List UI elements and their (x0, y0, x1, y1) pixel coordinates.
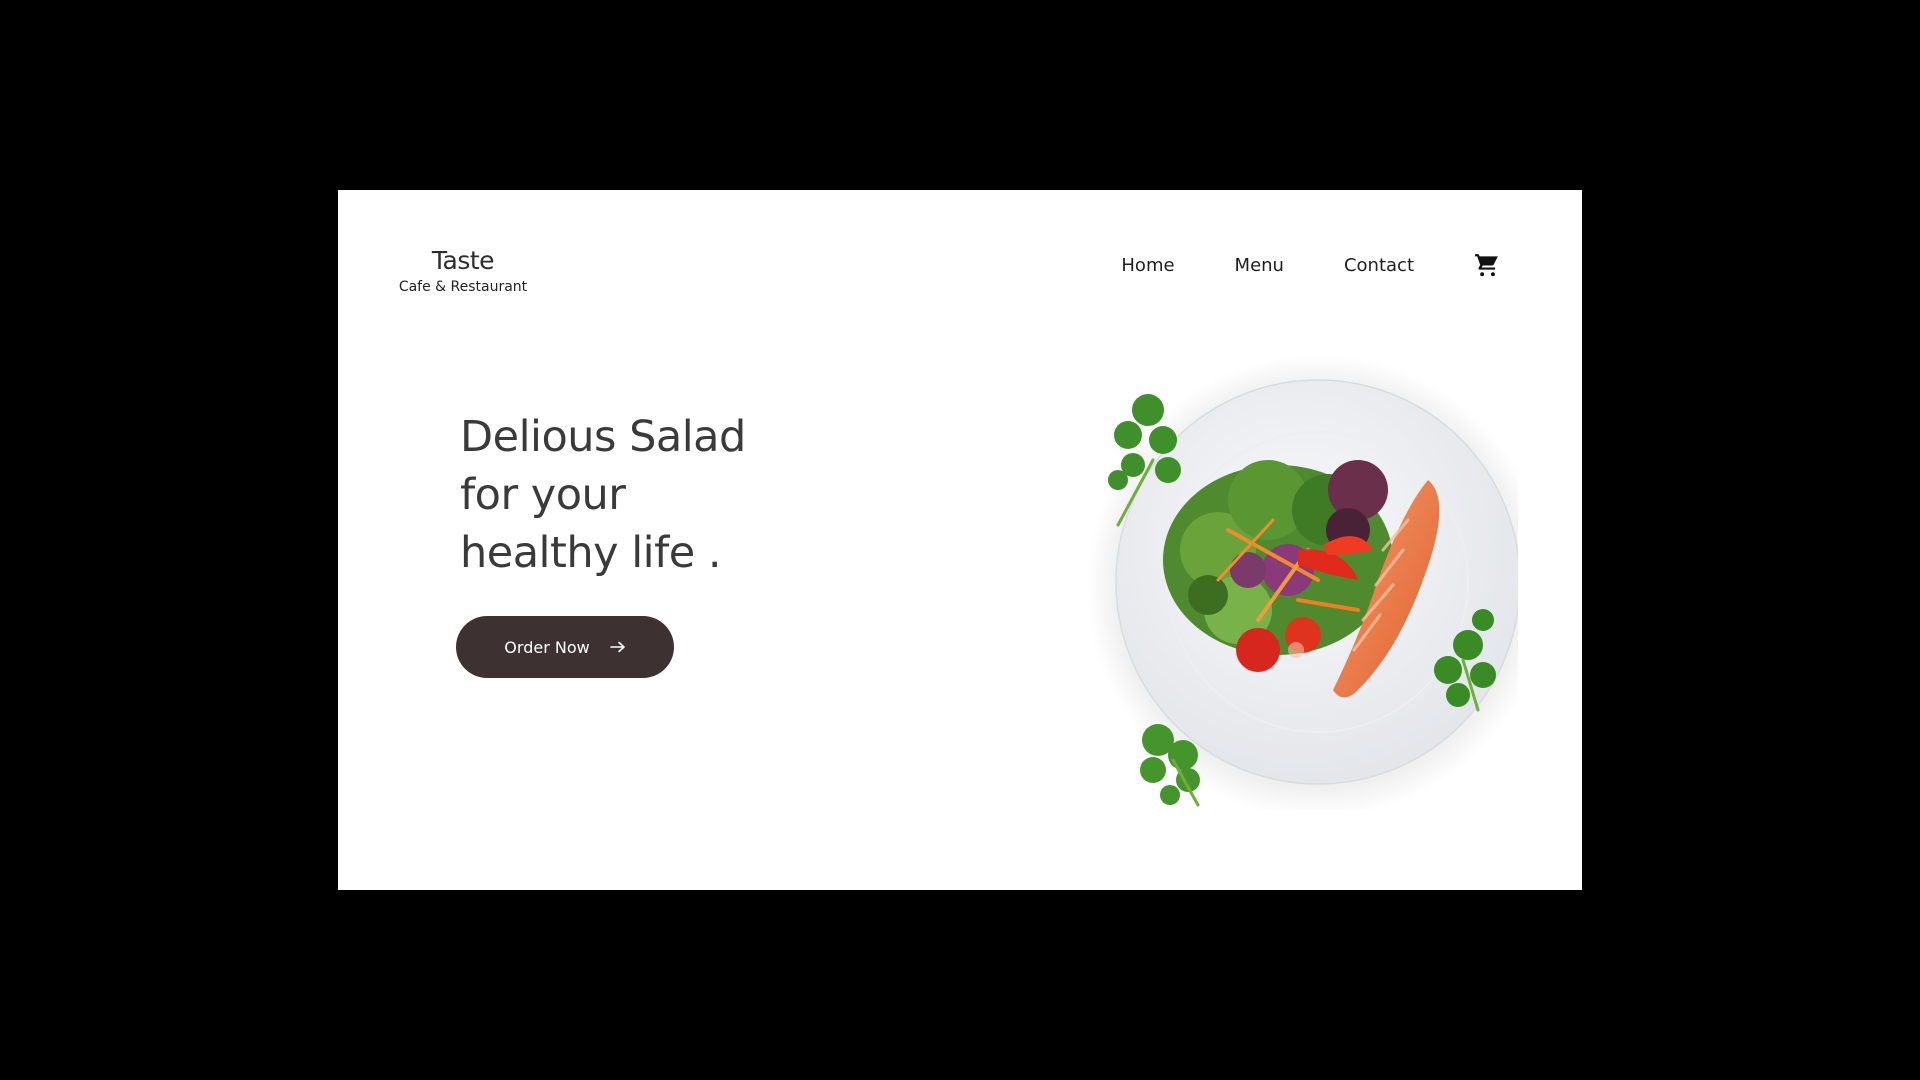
headline-line-2: for your (460, 470, 626, 520)
brand-tagline: Cafe & Restaurant (398, 279, 528, 295)
brand-logo[interactable]: Taste Cafe & Restaurant (393, 246, 533, 296)
salad-plate-image (1058, 350, 1550, 818)
nav-home[interactable]: Home (1121, 255, 1174, 276)
arrow-right-icon (609, 641, 626, 653)
hero-headline: Delious Salad for your healthy life . (460, 408, 780, 582)
main-nav: Home Menu Contact (1121, 250, 1500, 280)
headline-line-3: healthy life . (460, 528, 722, 578)
nav-contact[interactable]: Contact (1344, 255, 1414, 276)
order-now-label: Order Now (504, 637, 590, 657)
shopping-cart-icon[interactable] (1474, 252, 1500, 278)
headline-line-1: Delious Salad (460, 412, 746, 462)
nav-menu[interactable]: Menu (1235, 255, 1284, 276)
landing-page: Taste Cafe & Restaurant Home Menu Contac… (338, 190, 1582, 890)
brand-name: Taste (431, 246, 495, 275)
order-now-button[interactable]: Order Now (456, 616, 674, 678)
